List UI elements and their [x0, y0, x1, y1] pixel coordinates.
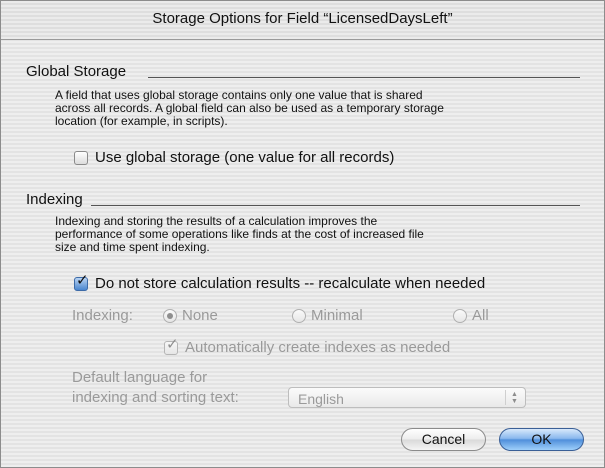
global-storage-divider: [148, 77, 580, 78]
do-not-store-checkbox[interactable]: ✓: [74, 273, 89, 291]
dialog-titlebar[interactable]: Storage Options for Field “LicensedDaysL…: [1, 1, 604, 40]
indexing-radio-all[interactable]: [453, 309, 467, 323]
checkmark-icon: ✓: [76, 272, 89, 289]
default-language-label-line1: Default language for: [72, 369, 208, 386]
auto-index-checkbox[interactable]: ✓: [164, 337, 179, 355]
dialog-title: Storage Options for Field “LicensedDaysL…: [152, 10, 453, 27]
popup-arrows-icon: ▲ ▼: [505, 390, 522, 405]
indexing-radio-minimal[interactable]: [292, 309, 306, 323]
default-language-select[interactable]: English ▲ ▼: [288, 387, 526, 408]
global-storage-description: A field that uses global storage contain…: [55, 89, 444, 128]
indexing-radio-group-label: Indexing:: [72, 307, 133, 324]
default-language-label-line2: indexing and sorting text:: [72, 389, 239, 406]
indexing-radio-none[interactable]: [163, 309, 177, 323]
ok-button[interactable]: OK: [499, 428, 584, 451]
radio-selected-dot-icon: [167, 313, 173, 319]
storage-options-dialog: Storage Options for Field “LicensedDaysL…: [0, 0, 605, 468]
indexing-description-line: size and time spent indexing.: [55, 240, 210, 254]
indexing-description: Indexing and storing the results of a ca…: [55, 215, 424, 254]
indexing-radio-minimal-label[interactable]: Minimal: [311, 307, 363, 324]
indexing-radio-all-label[interactable]: All: [472, 307, 489, 324]
do-not-store-label[interactable]: Do not store calculation results -- reca…: [95, 275, 485, 292]
cancel-button[interactable]: Cancel: [401, 428, 486, 451]
auto-index-label[interactable]: Automatically create indexes as needed: [185, 339, 450, 356]
use-global-storage-label[interactable]: Use global storage (one value for all re…: [95, 149, 394, 166]
indexing-radio-none-label[interactable]: None: [182, 307, 218, 324]
default-language-value: English: [298, 391, 344, 407]
indexing-heading: Indexing: [26, 191, 83, 208]
indexing-divider: [91, 205, 580, 206]
checkmark-icon: ✓: [166, 336, 179, 353]
global-storage-heading: Global Storage: [26, 63, 127, 80]
use-global-storage-checkbox[interactable]: [74, 151, 88, 165]
global-storage-description-line: location (for example, in scripts).: [55, 114, 228, 128]
